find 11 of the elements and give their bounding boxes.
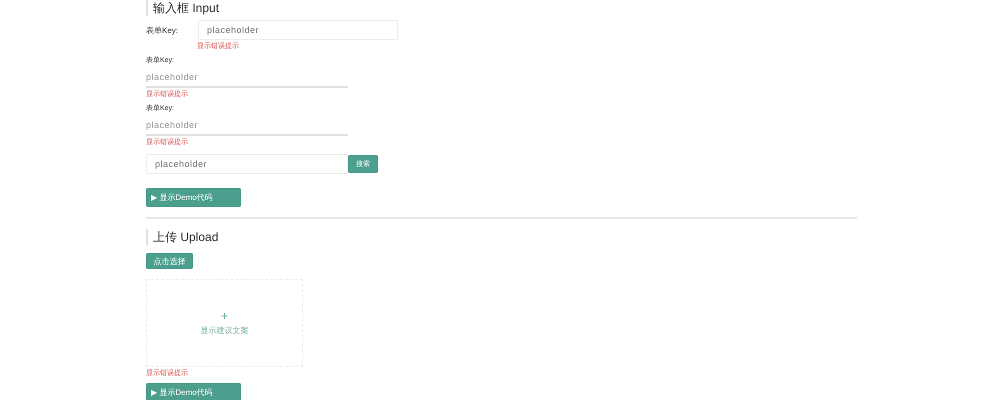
upload-hint: 显示建议文案 xyxy=(200,325,248,336)
section-title: 上传 Upload xyxy=(146,229,218,245)
show-demo-button[interactable]: ▶ 显示Demo代码 xyxy=(146,188,241,207)
text-input[interactable]: placeholder xyxy=(198,20,398,40)
field-label: 表单Key: xyxy=(146,24,180,36)
section-title: 输入框 Input xyxy=(146,0,220,16)
select-file-button[interactable]: 点击选择 xyxy=(146,253,193,269)
plus-icon: + xyxy=(220,310,228,322)
show-demo-button[interactable]: ▶ 显示Demo代码 xyxy=(146,383,241,400)
search-field[interactable]: placeholder xyxy=(146,154,348,174)
upload-dropzone[interactable]: + 显示建议文案 xyxy=(146,279,303,367)
